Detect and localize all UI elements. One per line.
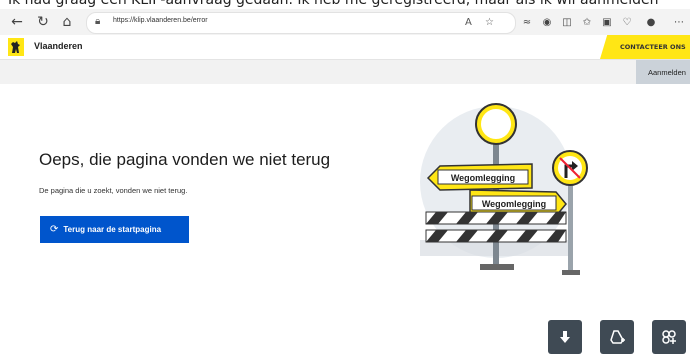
login-button[interactable]: Aanmelden <box>636 60 690 84</box>
split-screen-icon[interactable]: ◫ <box>560 15 574 29</box>
brand-name[interactable]: Vlaanderen <box>34 41 83 51</box>
profile-icon[interactable]: ● <box>644 15 658 29</box>
extension-icon[interactable]: ≈ <box>520 15 534 29</box>
read-aloud-icon[interactable]: A <box>465 17 472 28</box>
vlaanderen-lion-icon[interactable] <box>8 38 24 56</box>
copilot-icon[interactable]: ◉ <box>540 15 554 29</box>
detour-label-bottom: Wegomlegging <box>482 199 546 209</box>
back-icon[interactable]: ← <box>8 13 26 31</box>
refresh-arrow-icon: ⟳ <box>50 224 59 235</box>
contact-button[interactable]: CONTACTEER ONS <box>600 35 690 59</box>
collections-icon[interactable]: ▣ <box>600 15 614 29</box>
detour-label-top: Wegomlegging <box>451 173 515 183</box>
more-icon[interactable]: ⋯ <box>672 15 686 29</box>
add-app-icon <box>662 330 676 344</box>
download-button[interactable] <box>548 320 582 354</box>
add-drive-icon <box>610 330 625 344</box>
url-text[interactable]: https://klip.vlaanderen.be/error <box>113 17 208 24</box>
favorite-icon[interactable]: ☆ <box>485 17 494 28</box>
detour-sign-top: Wegomlegging <box>426 163 533 191</box>
top-caption: Ik had graag een KLIP-aanvraag gedaan. I… <box>8 0 659 8</box>
add-drive-button[interactable] <box>600 320 634 354</box>
barrier-bottom <box>425 229 567 243</box>
back-to-home-button[interactable]: ⟳ Terug naar de startpagina <box>40 216 189 243</box>
sub-header-bar: Aanmelden <box>0 60 690 84</box>
browser-essentials-icon[interactable]: ♡ <box>620 15 634 29</box>
favorites-icon[interactable]: ✩ <box>580 15 594 29</box>
error-title: Oeps, die pagina vonden we niet terug <box>39 150 331 169</box>
browser-toolbar: ← ↻ ⌂ 🔒︎ https://klip.vlaanderen.be/erro… <box>0 9 690 36</box>
add-app-button[interactable] <box>652 320 686 354</box>
site-header: Vlaanderen CONTACTEER ONS <box>0 35 690 60</box>
lock-icon[interactable]: 🔒︎ <box>95 16 100 27</box>
home-icon[interactable]: ⌂ <box>58 13 76 31</box>
download-icon <box>560 331 570 343</box>
barrier-top <box>425 211 567 225</box>
roadblock-illustration: Wegomlegging Wegomlegging <box>420 103 588 275</box>
error-description: De pagina die u zoekt, vonden we niet te… <box>39 186 188 195</box>
refresh-icon[interactable]: ↻ <box>34 13 52 31</box>
address-bar[interactable]: 🔒︎ https://klip.vlaanderen.be/error A ☆ <box>86 12 516 34</box>
